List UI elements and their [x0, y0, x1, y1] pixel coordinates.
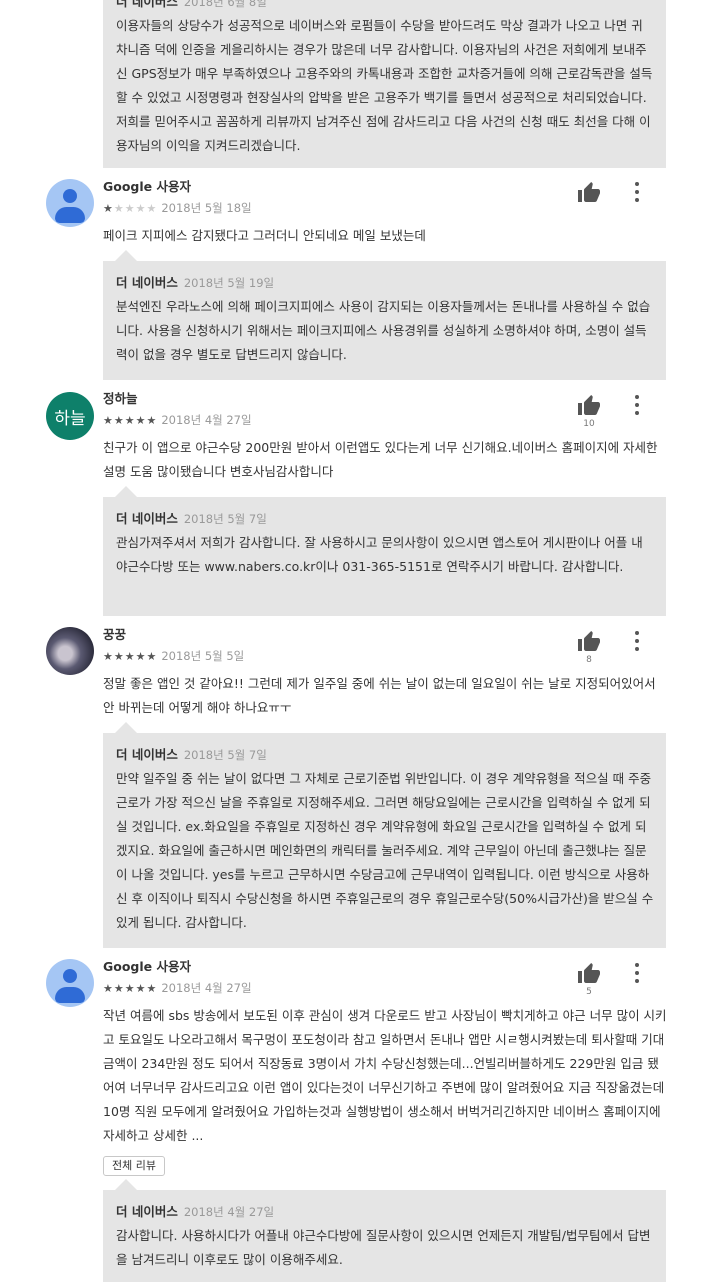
- review-date: 2018년 4월 27일: [161, 413, 252, 427]
- avatar: 하늘: [46, 392, 94, 440]
- developer-name: 더 네이버스: [116, 747, 178, 762]
- review-date: 2018년 5월 5일: [161, 649, 245, 663]
- thumbs-up-icon[interactable]: [577, 962, 601, 984]
- review-author: Google 사용자: [103, 959, 191, 974]
- developer-reply: 더 네이버스 2018년 5월 19일 분석엔진 우라노스에 의해 페이크지피에…: [103, 250, 666, 380]
- avatar: [46, 179, 94, 227]
- more-vert-icon[interactable]: [631, 182, 643, 202]
- avatar: [46, 627, 94, 675]
- reply-date: 2018년 5월 7일: [183, 748, 267, 762]
- star-rating: ★★★★★: [103, 981, 158, 995]
- review-date: 2018년 5월 18일: [161, 201, 252, 215]
- thumbs-up-icon[interactable]: [577, 394, 601, 416]
- developer-name: 더 네이버스: [116, 511, 178, 526]
- rating-row: ★★★★★ 2018년 5월 18일: [103, 200, 252, 216]
- reply-text: 이용자들의 상당수가 성공적으로 네이버스와 로펌들이 수당을 받아드려도 막상…: [116, 18, 653, 153]
- reply-date: 2018년 5월 19일: [183, 276, 275, 290]
- developer-reply: 더 네이버스 2018년 4월 27일 감사합니다. 사용하시다가 어플내 야근…: [103, 1179, 666, 1282]
- review-author: 정하늘: [103, 391, 138, 406]
- thumbs-up-icon[interactable]: [577, 181, 601, 203]
- like-count: 8: [586, 655, 592, 665]
- developer-name: 더 네이버스: [116, 1204, 178, 1219]
- developer-reply: 더 네이버스 2018년 6월 8일 이용자들의 상당수가 성공적으로 네이버스…: [103, 0, 666, 168]
- star-rating: ★★★★★: [103, 413, 158, 427]
- review-author: Google 사용자: [103, 179, 191, 194]
- review-author: 꿍꿍: [103, 627, 127, 642]
- developer-reply: 더 네이버스 2018년 5월 7일 관심가져주셔서 저희가 감사합니다. 잘 …: [103, 486, 666, 616]
- reply-text: 만약 일주일 중 쉬는 날이 없다면 그 자체로 근로기준법 위반입니다. 이 …: [116, 771, 654, 930]
- review-text: 정말 좋은 앱인 것 같아요!! 그런데 제가 일주일 중에 쉬는 날이 없는데…: [103, 676, 656, 715]
- rating-row: ★★★★★ 2018년 4월 27일: [103, 412, 252, 428]
- thumbs-up-icon[interactable]: [577, 630, 601, 652]
- rating-row: ★★★★★ 2018년 5월 5일: [103, 648, 244, 664]
- user-icon: [63, 969, 77, 983]
- like-count: 10: [583, 419, 595, 429]
- developer-name: 더 네이버스: [116, 0, 178, 9]
- developer-reply: 더 네이버스 2018년 5월 7일 만약 일주일 중 쉬는 날이 없다면 그 …: [103, 722, 666, 948]
- user-icon: [63, 189, 77, 203]
- reply-date: 2018년 5월 7일: [183, 512, 267, 526]
- reply-text: 감사합니다. 사용하시다가 어플내 야근수다방에 질문사항이 있으시면 언제든지…: [116, 1228, 651, 1267]
- reply-date: 2018년 6월 8일: [183, 0, 267, 9]
- more-vert-icon[interactable]: [631, 963, 643, 983]
- star-rating: ★★★★★: [103, 649, 158, 663]
- review-text: 작년 여름에 sbs 방송에서 보도된 이후 관심이 생겨 다운로드 받고 사장…: [103, 1008, 667, 1143]
- reply-text: 관심가져주셔서 저희가 감사합니다. 잘 사용하시고 문의사항이 있으시면 앱스…: [116, 535, 643, 574]
- review-text: 친구가 이 앱으로 야근수당 200만원 받아서 이런앱도 있다는게 너무 신기…: [103, 440, 658, 479]
- reply-text: 분석엔진 우라노스에 의해 페이크지피에스 사용이 감지되는 이용자들께서는 돈…: [116, 299, 651, 362]
- review-date: 2018년 4월 27일: [161, 981, 252, 995]
- full-review-button[interactable]: 전체 리뷰: [103, 1156, 165, 1176]
- avatar: [46, 959, 94, 1007]
- like-count: 5: [586, 987, 592, 997]
- more-vert-icon[interactable]: [631, 631, 643, 651]
- developer-name: 더 네이버스: [116, 275, 178, 290]
- rating-row: ★★★★★ 2018년 4월 27일: [103, 980, 252, 996]
- more-vert-icon[interactable]: [631, 395, 643, 415]
- star-rating: ★★★★★: [103, 201, 158, 215]
- reply-date: 2018년 4월 27일: [183, 1205, 275, 1219]
- review-text: 페이크 지피에스 감지됐다고 그러더니 안되네요 메일 보냈는데: [103, 228, 426, 243]
